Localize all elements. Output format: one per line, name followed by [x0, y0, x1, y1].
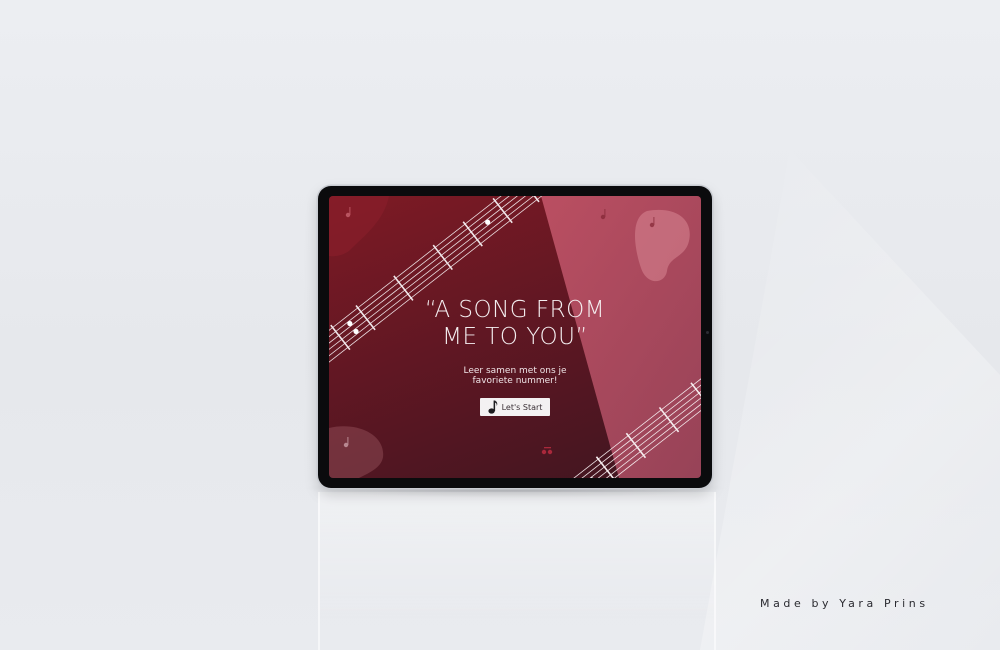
- hero-subtitle-line-1: Leer samen met ons je: [463, 366, 567, 376]
- hero-headline-line-2: ME TO YOU”: [442, 324, 588, 350]
- music-note-icon: [487, 400, 497, 414]
- hero-headline-line-1: “A SONG FROM: [424, 297, 606, 323]
- app-screen: “A SONG FROM ME TO YOU” Leer samen met o…: [329, 196, 701, 478]
- author-signature: Made by Yara Prins: [760, 597, 929, 610]
- guitar-body-shape-bottom-left: [329, 426, 384, 478]
- hero-subtitle-line-2: favoriete nummer!: [472, 376, 558, 386]
- tablet-device: “A SONG FROM ME TO YOU” Leer samen met o…: [318, 186, 712, 488]
- lets-start-button[interactable]: Let's Start: [480, 398, 550, 416]
- hero-subtitle: Leer samen met ons je favoriete nummer!: [329, 366, 701, 386]
- camera-dot: [706, 331, 709, 334]
- hero-headline: “A SONG FROM ME TO YOU”: [329, 297, 701, 351]
- guitar-body-shape-top-left: [329, 196, 389, 257]
- music-note-decoration-5: [541, 447, 553, 455]
- lets-start-button-label: Let's Start: [501, 402, 543, 412]
- tablet-reflection: [318, 492, 716, 650]
- backdrop-sheen: [700, 150, 1000, 650]
